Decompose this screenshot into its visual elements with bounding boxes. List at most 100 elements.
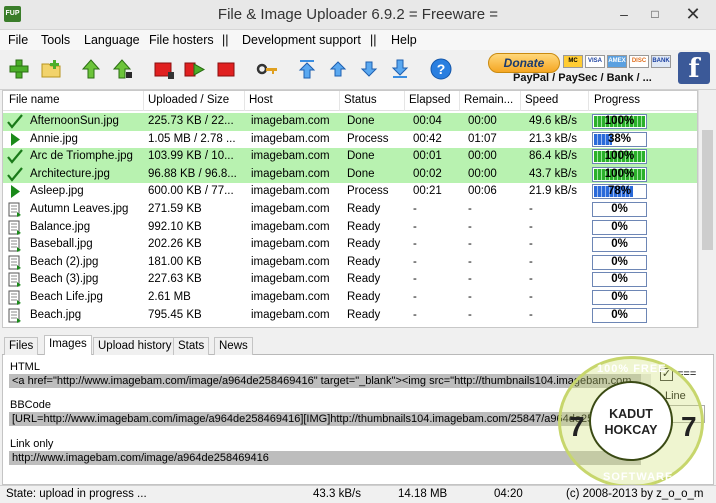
progress-bar: 38% <box>592 131 647 147</box>
col-elapsed[interactable]: Elapsed <box>409 94 451 106</box>
cell-host: imagebam.com <box>251 308 330 321</box>
table-row[interactable]: Balance.jpg 992.10 KB imagebam.com Ready - - -… <box>3 219 697 237</box>
move-bottom-icon[interactable] <box>389 58 411 80</box>
progress-text: 0% <box>611 255 628 268</box>
col-file-name[interactable]: File name <box>9 94 60 106</box>
key-icon[interactable] <box>256 58 278 80</box>
menu-language[interactable]: Language <box>84 33 140 47</box>
cell-speed: 21.3 kB/s <box>529 132 577 145</box>
cell-uploaded-size: 225.73 KB / 22... <box>148 115 234 127</box>
minimize-button[interactable]: – <box>609 0 639 30</box>
cell-file-name: AfternoonSun.jpg <box>30 115 119 127</box>
grid-scrollbar[interactable] <box>698 90 715 328</box>
tab-stats[interactable]: Stats <box>173 337 210 355</box>
cell-elapsed: 00:01 <box>413 150 442 163</box>
progress-text: 0% <box>611 203 628 215</box>
cell-elapsed: - <box>413 291 417 303</box>
stamp-number-right: 7 <box>681 411 697 442</box>
cell-file-name: Beach Life.jpg <box>30 291 103 303</box>
progress-bar: 100% <box>592 149 647 165</box>
file-icon <box>8 272 21 288</box>
stop-icon[interactable] <box>153 58 175 80</box>
progress-bar: 0% <box>592 290 647 305</box>
cell-uploaded-size: 103.99 KB / 10... <box>148 150 234 163</box>
move-up-icon[interactable] <box>80 58 102 80</box>
upload-grid: File name Uploaded / Size Host Status El… <box>2 90 698 328</box>
cell-file-name: Baseball.jpg <box>30 238 93 251</box>
menu-tools[interactable]: Tools <box>41 33 70 47</box>
facebook-icon[interactable]: f <box>678 52 710 84</box>
menu-file[interactable]: File <box>8 33 28 47</box>
file-icon <box>8 220 21 235</box>
table-row[interactable]: Architecture.jpg 96.88 KB / 96.8... imageb… <box>3 165 697 184</box>
cell-speed: - <box>529 273 533 286</box>
menu-help[interactable]: Help <box>391 33 417 47</box>
col-remain[interactable]: Remain... <box>464 94 513 106</box>
tab-upload-history[interactable]: Upload history <box>93 337 177 355</box>
visa-icon: VISA <box>585 55 605 68</box>
cell-speed: 43.7 kB/s <box>529 167 577 180</box>
table-row[interactable]: Beach (3).jpg 227.63 KB imagebam.com Ready -… <box>3 271 697 289</box>
add-icon[interactable] <box>8 58 30 80</box>
stamp-line2: HOKCAY <box>604 423 658 437</box>
table-row[interactable]: Asleep.jpg 600.00 KB / 77... imagebam.com P… <box>3 183 697 201</box>
col-status[interactable]: Status <box>344 94 377 106</box>
tab-news[interactable]: News <box>214 337 253 355</box>
table-row[interactable]: Arc de Triomphe.jpg 103.99 KB / 10... imag… <box>3 148 697 166</box>
table-row[interactable]: Beach (2).jpg 181.00 KB imagebam.com Ready -… <box>3 254 697 272</box>
stamp-ring-top: 100% FREE <box>597 363 667 375</box>
cell-remain: 00:00 <box>468 150 497 163</box>
tab-images[interactable]: Images <box>44 335 92 356</box>
link-only-field[interactable]: http://www.imagebam.com/image/a964de2584… <box>9 451 641 465</box>
bank-icon: BANK <box>651 55 671 68</box>
cell-remain: 01:07 <box>468 132 497 145</box>
cell-uploaded-size: 227.63 KB <box>148 273 202 286</box>
tab-files[interactable]: Files <box>4 337 39 355</box>
table-row[interactable]: Beach.jpg 795.45 KB imagebam.com Ready - - - 0% <box>3 307 697 325</box>
cell-host: imagebam.com <box>251 220 330 233</box>
cell-remain: 00:00 <box>468 115 497 127</box>
cell-speed: - <box>529 255 533 268</box>
bbcode-field[interactable]: [URL=http://www.imagebam.com/image/a964d… <box>9 412 641 426</box>
cell-uploaded-size: 96.88 KB / 96.8... <box>148 167 237 180</box>
scrollbar-thumb[interactable] <box>702 130 713 250</box>
move-up-all-icon[interactable] <box>111 58 133 80</box>
progress-bar: 0% <box>592 237 647 253</box>
progress-bar: 100% <box>592 114 647 129</box>
col-uploaded-size[interactable]: Uploaded / Size <box>148 94 229 106</box>
cell-speed: - <box>529 220 533 233</box>
add-folder-icon[interactable] <box>40 58 62 80</box>
menu-file-hosters[interactable]: File hosters <box>149 33 214 47</box>
status-speed: 43.3 kB/s <box>313 488 361 500</box>
cell-host: imagebam.com <box>251 185 330 198</box>
progress-text: 0% <box>611 291 628 303</box>
help-icon[interactable]: ? <box>430 58 452 80</box>
html-code-field[interactable]: <a href="http://www.imagebam.com/image/a… <box>9 374 641 388</box>
maximize-button[interactable]: □ <box>640 0 670 30</box>
table-row[interactable]: Beach Life.jpg 2.61 MB imagebam.com Ready - -… <box>3 289 697 307</box>
status-bar: State: upload in progress ... 43.3 kB/s … <box>0 485 716 503</box>
play-icon <box>11 185 20 199</box>
col-progress[interactable]: Progress <box>594 94 640 106</box>
progress-text: 100% <box>604 115 635 127</box>
progress-text: 0% <box>611 273 628 286</box>
move-down-one-icon[interactable] <box>358 58 380 80</box>
close-button[interactable]: ✕ <box>670 0 716 30</box>
menu-development-support[interactable]: Development support <box>242 33 361 47</box>
donate-button[interactable]: Donate <box>488 53 560 73</box>
file-icon <box>8 255 21 270</box>
table-row[interactable]: Autumn Leaves.jpg 271.59 KB imagebam.com Re… <box>3 201 697 219</box>
file-icon <box>8 237 21 253</box>
move-up-one-icon[interactable] <box>327 58 349 80</box>
table-row[interactable]: Annie.jpg 1.05 MB / 2.78 ... imagebam.com P… <box>3 131 697 149</box>
table-row[interactable]: AfternoonSun.jpg 225.73 KB / 22... imageba… <box>3 113 697 131</box>
stop-all-icon[interactable] <box>215 58 237 80</box>
col-speed[interactable]: Speed <box>525 94 558 106</box>
cell-uploaded-size: 600.00 KB / 77... <box>148 185 234 198</box>
move-top-icon[interactable] <box>296 58 318 80</box>
col-host[interactable]: Host <box>249 94 273 106</box>
cell-status: Ready <box>347 220 381 233</box>
cell-status: Process <box>347 185 389 198</box>
forward-icon[interactable] <box>184 58 206 80</box>
table-row[interactable]: Baseball.jpg 202.26 KB imagebam.com Ready - -… <box>3 236 697 254</box>
